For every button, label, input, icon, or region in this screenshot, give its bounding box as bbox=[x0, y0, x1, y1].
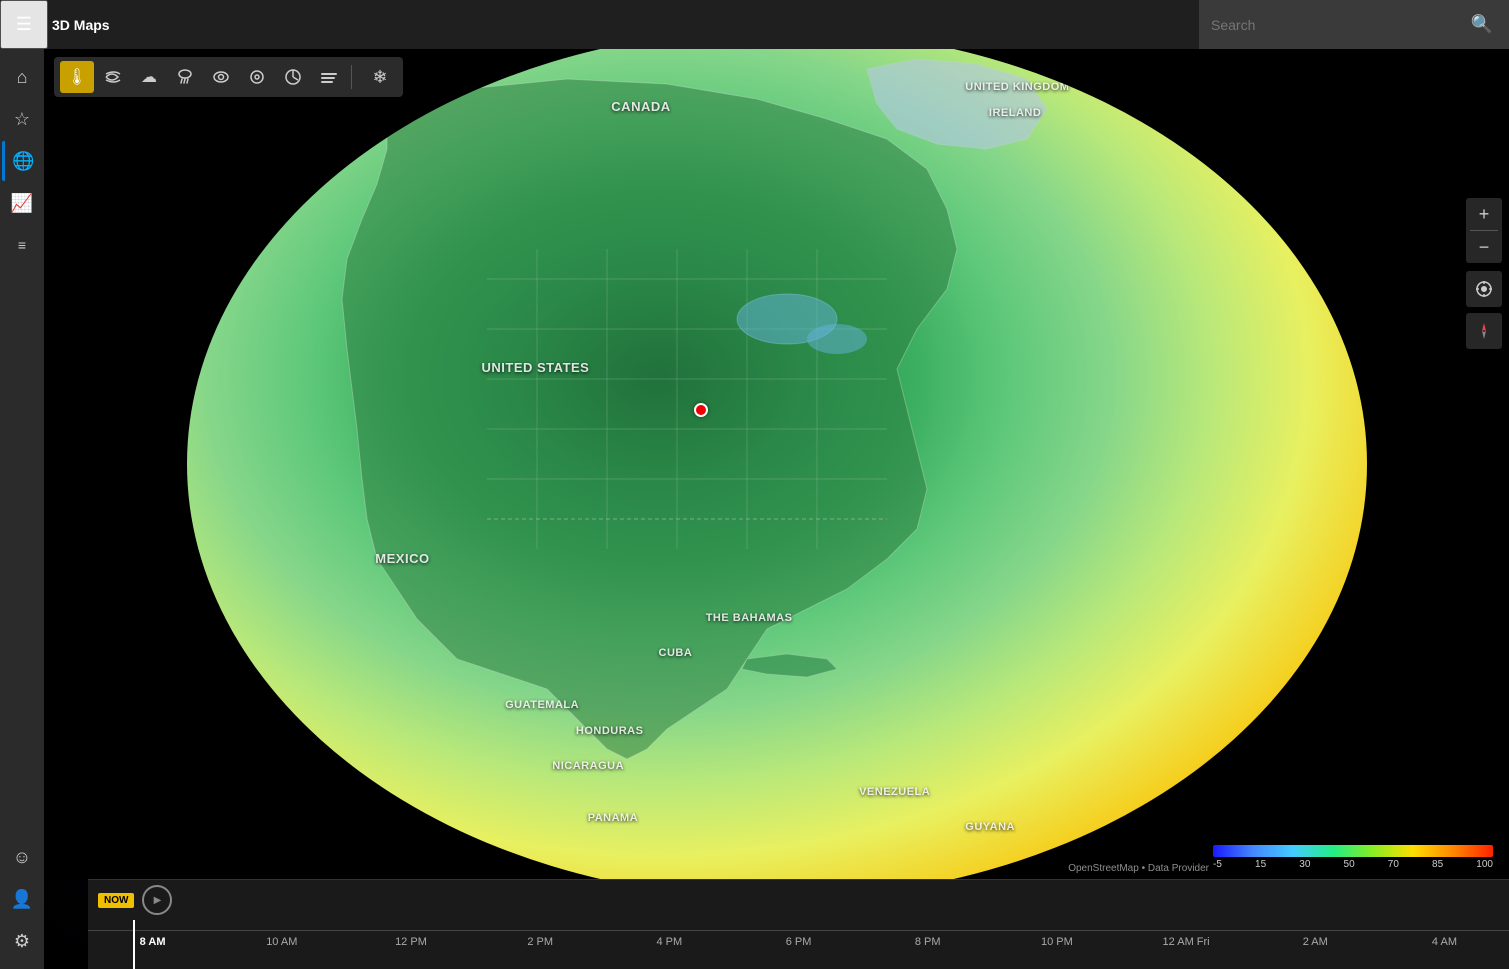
hamburger-button[interactable]: ☰ bbox=[0, 0, 48, 49]
time-12am-fri[interactable]: 12 AM Fri bbox=[1122, 936, 1251, 948]
sidebar-item-home[interactable]: ⌂ bbox=[2, 57, 42, 97]
compass-button[interactable] bbox=[1466, 313, 1502, 349]
map-attribution: OpenStreetMap • Data Provider bbox=[1068, 863, 1209, 874]
app-title: 3D Maps bbox=[48, 17, 110, 33]
clouds-button[interactable]: ☁ bbox=[132, 61, 166, 93]
snowflake-button[interactable]: ❄ bbox=[363, 61, 397, 93]
location-button[interactable] bbox=[1466, 271, 1502, 307]
legend-bar bbox=[1213, 845, 1493, 857]
legend-value-5: 70 bbox=[1388, 859, 1399, 870]
sidebar-item-settings[interactable]: ⚙ bbox=[2, 921, 42, 961]
sidebar-item-account[interactable]: 👤 bbox=[2, 879, 42, 919]
now-badge: NOW bbox=[98, 893, 134, 908]
label-guyana: GUYANA bbox=[965, 821, 1015, 833]
layers-icon: ≡ bbox=[18, 237, 26, 253]
map-pin[interactable] bbox=[694, 403, 710, 419]
label-guatemala: GUATEMALA bbox=[505, 699, 579, 711]
time-8am[interactable]: 8 AM bbox=[88, 936, 217, 948]
legend-value-1: -5 bbox=[1213, 859, 1222, 870]
legend-value-6: 85 bbox=[1432, 859, 1443, 870]
temperature-legend: -5 15 30 50 70 85 100 bbox=[1205, 841, 1501, 874]
search-icon[interactable]: 🔍 bbox=[1467, 10, 1497, 39]
star-icon: ☆ bbox=[14, 109, 30, 130]
search-container: 🔍 bbox=[1199, 0, 1509, 49]
label-ireland: IRELAND bbox=[989, 107, 1041, 119]
map-area: CANADA UNITED STATES MEXICO UNITED KINGD… bbox=[44, 49, 1509, 969]
time-6pm[interactable]: 6 PM bbox=[734, 936, 863, 948]
sidebar-item-chart[interactable]: 📈 bbox=[2, 183, 42, 223]
globe-icon: 🌐 bbox=[12, 151, 34, 172]
time-12pm[interactable]: 12 PM bbox=[346, 936, 475, 948]
face-icon: ☺ bbox=[13, 847, 31, 868]
temperature-button[interactable]: 🌡 bbox=[60, 61, 94, 93]
legend-value-3: 30 bbox=[1299, 859, 1310, 870]
label-united-kingdom: UNITED KINGDOM bbox=[965, 81, 1069, 93]
pressure-button[interactable] bbox=[240, 61, 274, 93]
wind2-button[interactable] bbox=[276, 61, 310, 93]
legend-value-2: 15 bbox=[1255, 859, 1266, 870]
legend-labels: -5 15 30 50 70 85 100 bbox=[1213, 859, 1493, 870]
timeline-line bbox=[88, 930, 1509, 931]
label-united-states: UNITED STATES bbox=[482, 360, 590, 375]
time-10am[interactable]: 10 AM bbox=[217, 936, 346, 948]
time-8pm[interactable]: 8 PM bbox=[863, 936, 992, 948]
left-sidebar: ⌂ ☆ 🌐 📈 ≡ ☺ 👤 ⚙ bbox=[0, 49, 44, 969]
top-bar: ☰ 3D Maps 🔍 bbox=[0, 0, 1509, 49]
label-honduras: HONDURAS bbox=[576, 725, 644, 737]
right-controls: + − bbox=[1459, 98, 1509, 355]
home-icon: ⌂ bbox=[17, 67, 28, 88]
label-canada: CANADA bbox=[611, 99, 670, 114]
sidebar-item-favorites[interactable]: ☆ bbox=[2, 99, 42, 139]
globe[interactable]: CANADA UNITED STATES MEXICO UNITED KINGD… bbox=[187, 49, 1367, 899]
time-2am[interactable]: 2 AM bbox=[1251, 936, 1380, 948]
label-venezuela: VENEZUELA bbox=[859, 786, 930, 798]
pin-marker bbox=[694, 403, 708, 417]
time-4pm[interactable]: 4 PM bbox=[605, 936, 734, 948]
label-the-bahamas: THE BAHAMAS bbox=[706, 612, 793, 624]
timeline-top: NOW ▶ bbox=[88, 880, 1509, 920]
legend-value-7: 100 bbox=[1476, 859, 1493, 870]
time-2pm[interactable]: 2 PM bbox=[476, 936, 605, 948]
label-nicaragua: NICARAGUA bbox=[552, 760, 624, 772]
person-icon: 👤 bbox=[11, 889, 33, 910]
weather-toolbar: 🌡 ☁ bbox=[54, 57, 403, 97]
time-10pm[interactable]: 10 PM bbox=[992, 936, 1121, 948]
search-input[interactable] bbox=[1211, 17, 1467, 33]
sidebar-item-layers[interactable]: ≡ bbox=[2, 225, 42, 265]
play-button[interactable]: ▶ bbox=[142, 885, 172, 915]
zoom-out-button[interactable]: − bbox=[1466, 231, 1502, 263]
visibility-button[interactable] bbox=[204, 61, 238, 93]
timeline-labels: 8 AM 10 AM 12 PM 2 PM 4 PM 6 PM 8 PM 10 … bbox=[88, 936, 1509, 948]
play-icon: ▶ bbox=[154, 895, 162, 906]
wind-button[interactable] bbox=[96, 61, 130, 93]
precipitation-button[interactable] bbox=[168, 61, 202, 93]
chart-icon: 📈 bbox=[11, 193, 33, 214]
timeline-bar: NOW ▶ 8 AM 10 AM 12 PM 2 PM 4 PM 6 PM 8 … bbox=[88, 879, 1509, 969]
sidebar-item-profile[interactable]: ☺ bbox=[2, 837, 42, 877]
zoom-control: + − bbox=[1466, 198, 1502, 263]
label-mexico: MEXICO bbox=[375, 551, 429, 566]
label-cuba: CUBA bbox=[659, 647, 693, 659]
timeline-track[interactable]: 8 AM 10 AM 12 PM 2 PM 4 PM 6 PM 8 PM 10 … bbox=[88, 920, 1509, 969]
legend-value-4: 50 bbox=[1344, 859, 1355, 870]
sidebar-item-globe[interactable]: 🌐 bbox=[2, 141, 42, 181]
time-4am[interactable]: 4 AM bbox=[1380, 936, 1509, 948]
legend-color-gradient bbox=[1213, 845, 1493, 857]
zoom-in-button[interactable]: + bbox=[1466, 198, 1502, 230]
toolbar-divider bbox=[351, 65, 352, 89]
gear-icon: ⚙ bbox=[14, 931, 30, 952]
globe-container[interactable]: CANADA UNITED STATES MEXICO UNITED KINGD… bbox=[44, 49, 1509, 879]
radar-button[interactable] bbox=[312, 61, 346, 93]
label-panama: PANAMA bbox=[588, 812, 638, 824]
